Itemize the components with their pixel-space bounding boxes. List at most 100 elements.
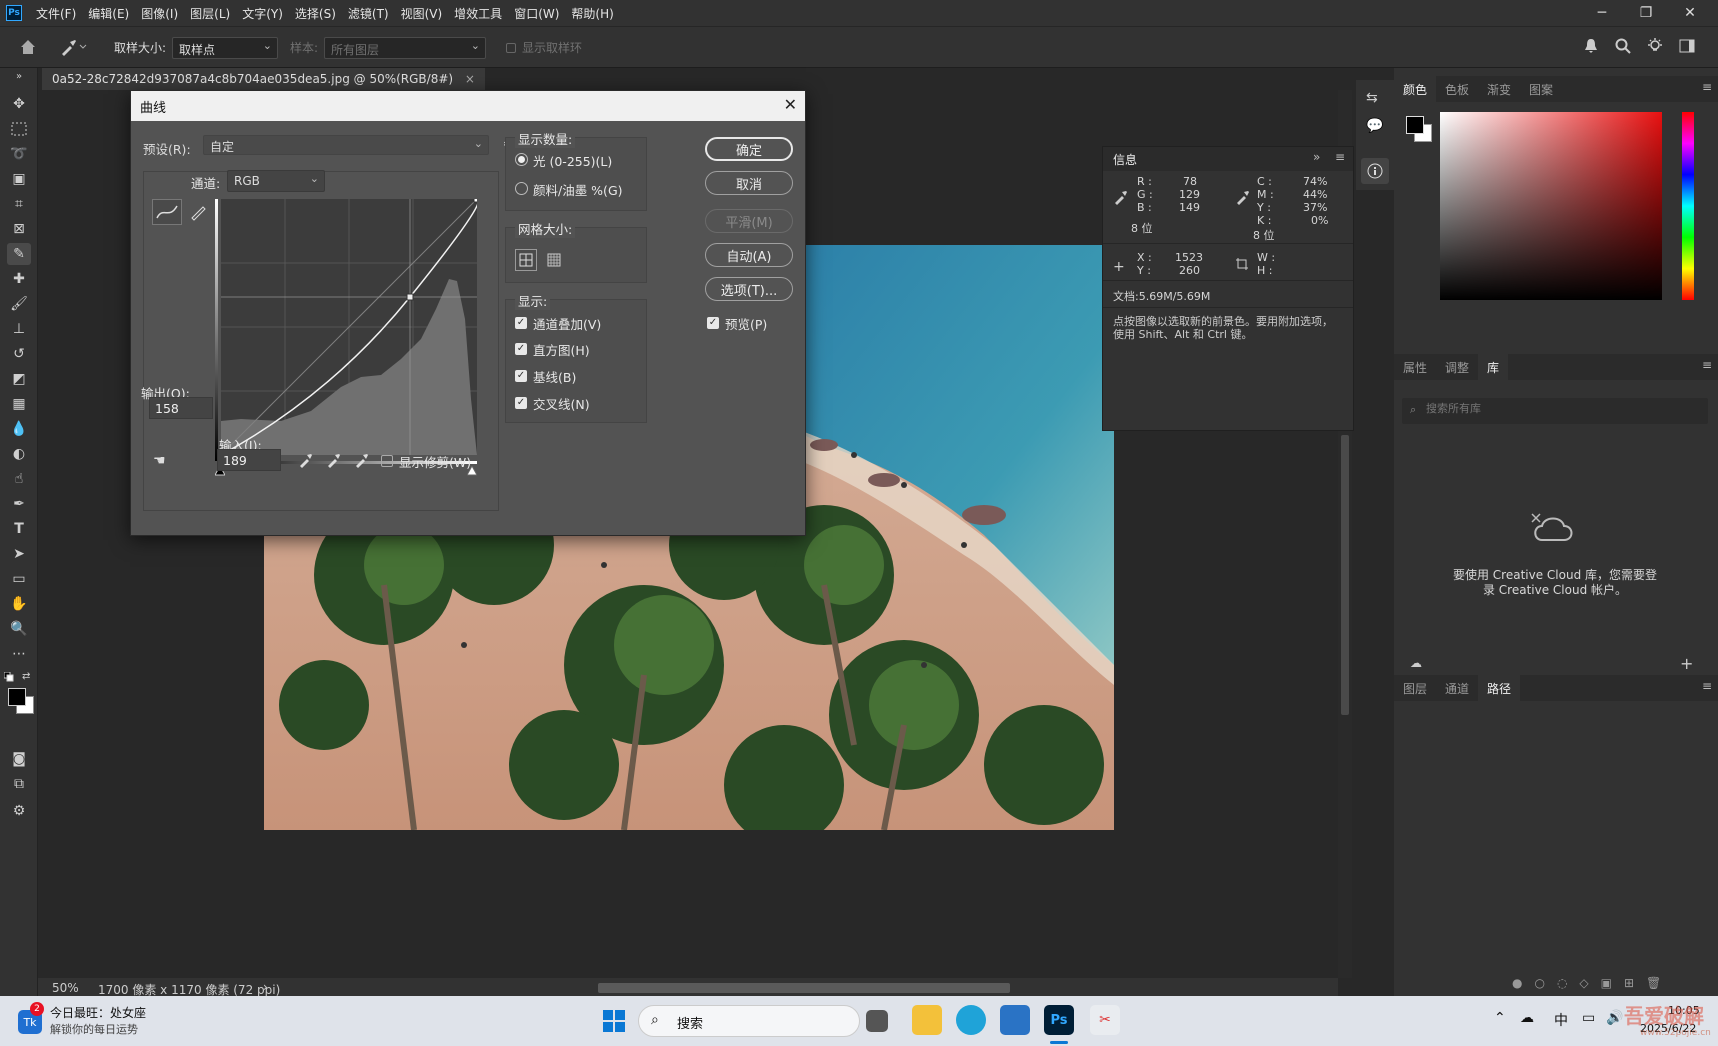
ok-button[interactable]: 确定 bbox=[705, 137, 793, 161]
cloud-sync-icon[interactable]: ☁ bbox=[1410, 656, 1422, 670]
library-search-field[interactable]: ⌕ bbox=[1402, 398, 1708, 424]
brush-tool-icon[interactable]: 🖌 bbox=[7, 293, 31, 315]
default-colors-icon[interactable] bbox=[3, 671, 14, 682]
history-brush-tool-icon[interactable]: ↺ bbox=[7, 343, 31, 365]
workspace-layout-icon[interactable] bbox=[1678, 37, 1698, 57]
news-title[interactable]: 今日最旺：处女座 bbox=[50, 1004, 146, 1021]
swap-colors-icon[interactable]: ⇄ bbox=[22, 671, 34, 682]
menu-view[interactable]: 视图(V) bbox=[395, 5, 449, 22]
snipping-tool-icon[interactable]: ✂ bbox=[1090, 1005, 1120, 1035]
ime-indicator[interactable]: 中 bbox=[1554, 1010, 1568, 1030]
tab-layers[interactable]: 图层 bbox=[1394, 675, 1436, 701]
crop-tool-icon[interactable]: ⌗ bbox=[7, 193, 31, 215]
close-tab-icon[interactable]: × bbox=[465, 72, 475, 86]
tab-patterns[interactable]: 图案 bbox=[1520, 76, 1562, 102]
channel-dropdown[interactable]: RGB bbox=[227, 170, 325, 192]
show-ring-checkbox[interactable] bbox=[506, 43, 516, 53]
restore-button[interactable]: ❐ bbox=[1624, 0, 1668, 26]
menu-type[interactable]: 文字(Y) bbox=[236, 5, 289, 22]
options-button[interactable]: 选项(T)... bbox=[705, 277, 793, 301]
histogram-checkbox[interactable]: ✓ bbox=[515, 343, 527, 355]
library-search-input[interactable] bbox=[1426, 402, 1696, 415]
menu-edit[interactable]: 编辑(E) bbox=[82, 5, 135, 22]
lasso-tool-icon[interactable]: ➰ bbox=[7, 143, 31, 165]
tab-libraries[interactable]: 库 bbox=[1478, 354, 1509, 380]
screen-mode-icon[interactable]: ⧉ bbox=[7, 773, 31, 795]
sample-size-dropdown[interactable]: 取样点 bbox=[172, 37, 278, 59]
channel-overlay-checkbox[interactable]: ✓ bbox=[515, 317, 527, 329]
horizontal-scrollbar[interactable] bbox=[598, 983, 1010, 993]
rectangle-tool-icon[interactable]: ▭ bbox=[7, 568, 31, 590]
file-explorer-icon[interactable] bbox=[912, 1005, 942, 1035]
tab-properties[interactable]: 属性 bbox=[1394, 354, 1436, 380]
more-tools-icon[interactable]: ⋯ bbox=[7, 643, 31, 665]
taskbar-search-box[interactable]: ⌕ 搜索 bbox=[638, 1005, 860, 1037]
panel-expand-icon[interactable]: » bbox=[1313, 150, 1320, 164]
info-panel-icon[interactable] bbox=[1361, 158, 1389, 184]
tab-swatches[interactable]: 色板 bbox=[1436, 76, 1478, 102]
collapse-toolbar-icon[interactable]: » bbox=[7, 70, 31, 82]
cancel-button[interactable]: 取消 bbox=[705, 171, 793, 195]
windows-start-icon[interactable] bbox=[602, 1009, 626, 1033]
paths-menu-icon[interactable]: ≡ bbox=[1702, 679, 1712, 693]
add-library-icon[interactable]: + bbox=[1680, 654, 1693, 673]
black-point-eyedropper-icon[interactable] bbox=[297, 451, 315, 469]
menu-plugins[interactable]: 增效工具 bbox=[448, 5, 508, 22]
volume-icon[interactable]: 🔊 bbox=[1606, 1010, 1623, 1026]
photoshop-taskbar-icon[interactable]: Ps bbox=[1044, 1005, 1074, 1035]
white-point-eyedropper-icon[interactable] bbox=[353, 451, 371, 469]
tab-paths[interactable]: 路径 bbox=[1478, 675, 1521, 701]
history-panel-icon[interactable]: ⇆ bbox=[1366, 90, 1378, 106]
menu-file[interactable]: 文件(F) bbox=[30, 5, 82, 22]
curve-white-point[interactable] bbox=[473, 199, 477, 203]
preset-dropdown[interactable]: 自定 bbox=[203, 135, 489, 155]
gradient-tool-icon[interactable]: ▦ bbox=[7, 393, 31, 415]
eyedropper-tool-preset-icon[interactable] bbox=[58, 37, 88, 57]
notification-bell-icon[interactable] bbox=[1582, 37, 1602, 57]
panel-foreground-swatch[interactable] bbox=[1406, 116, 1424, 134]
home-icon[interactable] bbox=[18, 37, 38, 57]
eraser-tool-icon[interactable]: ◩ bbox=[7, 368, 31, 390]
sample-layers-dropdown[interactable]: 所有图层 bbox=[324, 37, 486, 59]
draw-curve-pencil-icon[interactable] bbox=[187, 199, 213, 225]
output-field[interactable]: 158 bbox=[149, 397, 213, 419]
quick-mask-icon[interactable]: ◙ bbox=[7, 748, 31, 770]
menu-filter[interactable]: 滤镜(T) bbox=[342, 5, 395, 22]
smooth-button[interactable]: 平滑(M) bbox=[705, 209, 793, 233]
object-selection-tool-icon[interactable]: ▣ bbox=[7, 168, 31, 190]
smudge-tool-icon[interactable]: ☝ bbox=[7, 468, 31, 490]
microsoft-store-icon[interactable] bbox=[1000, 1005, 1030, 1035]
curve-control-point[interactable] bbox=[406, 293, 414, 301]
type-tool-icon[interactable]: T bbox=[7, 518, 31, 540]
dodge-tool-icon[interactable]: ◐ bbox=[7, 443, 31, 465]
input-field[interactable]: 189 bbox=[217, 449, 281, 471]
simple-grid-icon[interactable] bbox=[515, 249, 537, 271]
marquee-tool-icon[interactable] bbox=[7, 118, 31, 140]
auto-button[interactable]: 自动(A) bbox=[705, 243, 793, 267]
close-button[interactable]: ✕ bbox=[1668, 0, 1712, 26]
status-menu-arrow-icon[interactable]: › bbox=[263, 980, 268, 994]
intersection-checkbox[interactable]: ✓ bbox=[515, 397, 527, 409]
libraries-menu-icon[interactable]: ≡ bbox=[1702, 358, 1712, 372]
network-icon[interactable]: ▭ bbox=[1582, 1010, 1595, 1026]
hand-tool-icon[interactable]: ✋ bbox=[7, 593, 31, 615]
menu-window[interactable]: 窗口(W) bbox=[508, 5, 565, 22]
preview-checkbox[interactable]: ✓ bbox=[707, 317, 719, 329]
panel-menu-icon[interactable]: ≡ bbox=[1335, 150, 1345, 164]
eyedropper-tool-icon[interactable]: ✎ bbox=[7, 243, 31, 265]
paths-footer-icons[interactable]: ●○◌◇▣⊞🗑 bbox=[1512, 976, 1712, 990]
dialog-close-icon[interactable]: ✕ bbox=[784, 95, 797, 114]
foreground-color-swatch[interactable] bbox=[8, 688, 26, 706]
color-panel-menu-icon[interactable]: ≡ bbox=[1702, 80, 1712, 94]
light-radio[interactable] bbox=[515, 153, 528, 166]
menu-image[interactable]: 图像(I) bbox=[135, 5, 184, 22]
news-subtitle[interactable]: 解锁你的每日运势 bbox=[50, 1021, 138, 1037]
edit-points-curve-icon[interactable] bbox=[152, 199, 182, 225]
color-field[interactable] bbox=[1440, 112, 1662, 300]
discover-lightbulb-icon[interactable] bbox=[1646, 37, 1666, 57]
path-selection-tool-icon[interactable]: ➤ bbox=[7, 543, 31, 565]
document-tab[interactable]: 0a52-28c72842d937087a4c8b704ae035dea5.jp… bbox=[42, 68, 485, 90]
tab-adjustments[interactable]: 调整 bbox=[1436, 354, 1478, 380]
tab-channels[interactable]: 通道 bbox=[1436, 675, 1478, 701]
onedrive-icon[interactable]: ☁ bbox=[1520, 1010, 1534, 1026]
